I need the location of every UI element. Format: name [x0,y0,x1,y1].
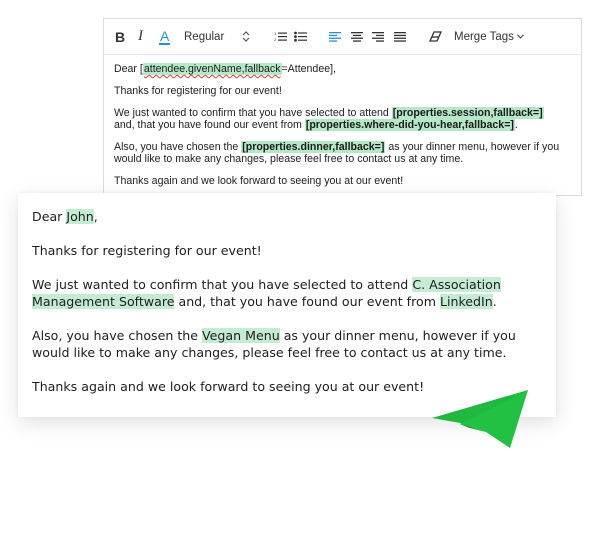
editor-toolbar: B I A Regular 1 2 Merge Tags [104,19,581,55]
preview-source: LinkedIn [439,294,493,309]
align-justify-icon [394,31,406,42]
chevron-down-icon [516,34,524,39]
ordered-list-icon: 1 2 [274,31,287,42]
preview-dinner: Also, you have chosen the Vegan Menu as … [32,328,516,360]
bold-icon: B [115,28,126,45]
preview-dinner-choice: Vegan Menu [202,328,280,343]
merge-tag-given-name[interactable]: attendee.givenName,fallback [142,63,282,75]
up-down-icon [242,31,250,42]
italic-icon: I [138,28,143,44]
editor-dinner: Also, you have chosen the [properties.di… [114,141,560,165]
unordered-list-icon [294,31,307,42]
eraser-icon [429,31,442,42]
email-preview: Dear John, Thanks for registering for ou… [18,193,556,417]
merge-tag-source[interactable]: [properties.where-did-you-hear,fallback=… [304,119,515,131]
editor-greeting: Dear [attendee.givenName,fallback=Attend… [114,63,336,75]
font-style-select[interactable]: Regular [184,19,224,54]
bold-button[interactable]: B [115,19,125,54]
clear-format-button[interactable] [429,19,442,54]
svg-text:1: 1 [274,31,277,36]
unordered-list-button[interactable] [294,19,307,54]
merge-tags-dropdown[interactable]: Merge Tags [454,19,524,54]
editor-closing: Thanks again and we look forward to seei… [114,175,404,187]
preview-thanks: Thanks for registering for our event! [32,243,262,258]
merge-tags-label: Merge Tags [454,30,514,43]
merge-tag-session[interactable]: [properties.session,fallback=] [391,107,544,119]
editor-body[interactable]: Dear [attendee.givenName,fallback=Attend… [104,55,581,187]
align-left-button[interactable] [329,19,341,54]
editor-thanks: Thanks for registering for our event! [114,85,282,97]
align-left-icon [329,31,341,42]
merge-tag-dinner[interactable]: [properties.dinner,fallback=] [241,141,386,153]
align-right-icon [372,31,384,42]
text-color-button[interactable]: A [159,19,171,54]
italic-button[interactable]: I [138,19,143,54]
align-right-button[interactable] [372,19,384,54]
preview-greeting: Dear John, [32,209,98,224]
preview-confirm: We just wanted to confirm that you have … [32,277,501,309]
email-editor: B I A Regular 1 2 Merge Tags Dear [atten… [103,18,582,196]
preview-name: John [66,209,94,224]
align-justify-button[interactable] [394,19,406,54]
text-color-icon: A [159,27,171,45]
font-style-label: Regular [184,30,225,43]
paper-plane-icon [430,388,532,455]
svg-text:2: 2 [274,37,277,42]
ordered-list-button[interactable]: 1 2 [274,19,287,54]
editor-confirm: We just wanted to confirm that you have … [114,107,544,131]
font-style-toggle[interactable] [242,19,250,54]
align-center-button[interactable] [351,19,363,54]
align-center-icon [351,31,363,42]
